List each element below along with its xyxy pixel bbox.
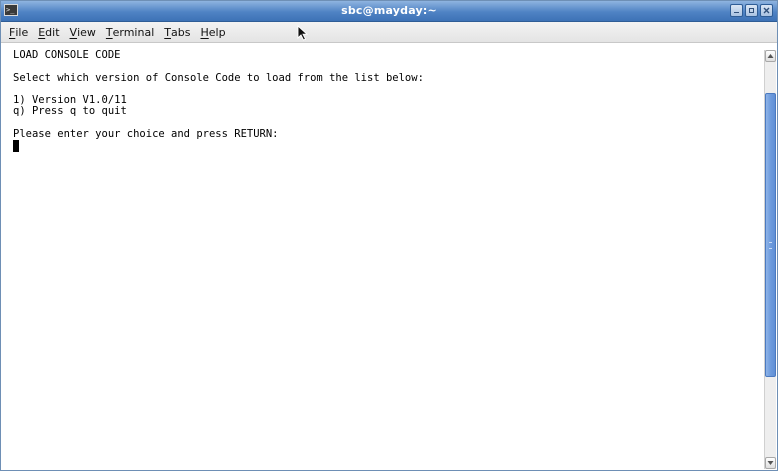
menu-label-rest: erminal: [112, 25, 155, 39]
terminal-window: >_ sbc@mayday:~ File Edit View Terminal Tabs…: [0, 0, 778, 471]
terminal-output[interactable]: LOAD CONSOLE CODE Select which version of…: [1, 44, 764, 470]
scroll-down-button[interactable]: [765, 457, 776, 469]
menu-label-rest: ile: [15, 25, 29, 39]
scroll-up-button[interactable]: [765, 50, 776, 62]
menu-label-rest: abs: [171, 25, 191, 39]
title-bar[interactable]: >_ sbc@mayday:~: [1, 1, 777, 22]
grip-icon: [769, 242, 772, 249]
menu-item-terminal[interactable]: Terminal: [101, 24, 159, 41]
menu-bar: File Edit View Terminal Tabs Help: [1, 22, 777, 43]
window-controls: [730, 4, 773, 17]
menu-item-edit[interactable]: Edit: [33, 24, 64, 41]
menu-item-file[interactable]: File: [4, 24, 33, 41]
menu-item-tabs[interactable]: Tabs: [159, 24, 195, 41]
menu-mnemonic: T: [105, 25, 113, 39]
close-button[interactable]: [760, 4, 773, 17]
menu-mnemonic: H: [200, 25, 209, 39]
minimize-button[interactable]: [730, 4, 743, 17]
menu-mnemonic: E: [38, 25, 46, 39]
menu-item-view[interactable]: View: [65, 24, 101, 41]
vertical-scrollbar[interactable]: [764, 50, 776, 469]
scroll-thumb[interactable]: [765, 93, 776, 377]
window-title: sbc@mayday:~: [341, 4, 437, 17]
arrow-down-icon: [767, 461, 774, 465]
terminal-prompt-line[interactable]: [13, 140, 764, 153]
maximize-button[interactable]: [745, 4, 758, 17]
terminal-line: Please enter your choice and press RETUR…: [13, 128, 279, 141]
arrow-up-icon: [767, 54, 774, 58]
menu-mnemonic: T: [164, 25, 171, 39]
terminal-line: q) Press q to quit: [13, 105, 127, 118]
terminal-line: LOAD CONSOLE CODE: [13, 49, 121, 61]
menu-label-rest: iew: [77, 25, 96, 39]
menu-mnemonic: V: [69, 25, 78, 39]
terminal-line: Select which version of Console Code to …: [13, 71, 424, 84]
menu-item-help[interactable]: Help: [195, 24, 230, 41]
text-cursor: [13, 140, 19, 153]
menu-label-rest: dit: [45, 25, 60, 39]
close-icon: [763, 7, 770, 14]
menu-label-rest: elp: [208, 25, 226, 39]
mouse-pointer-icon: [297, 25, 309, 41]
